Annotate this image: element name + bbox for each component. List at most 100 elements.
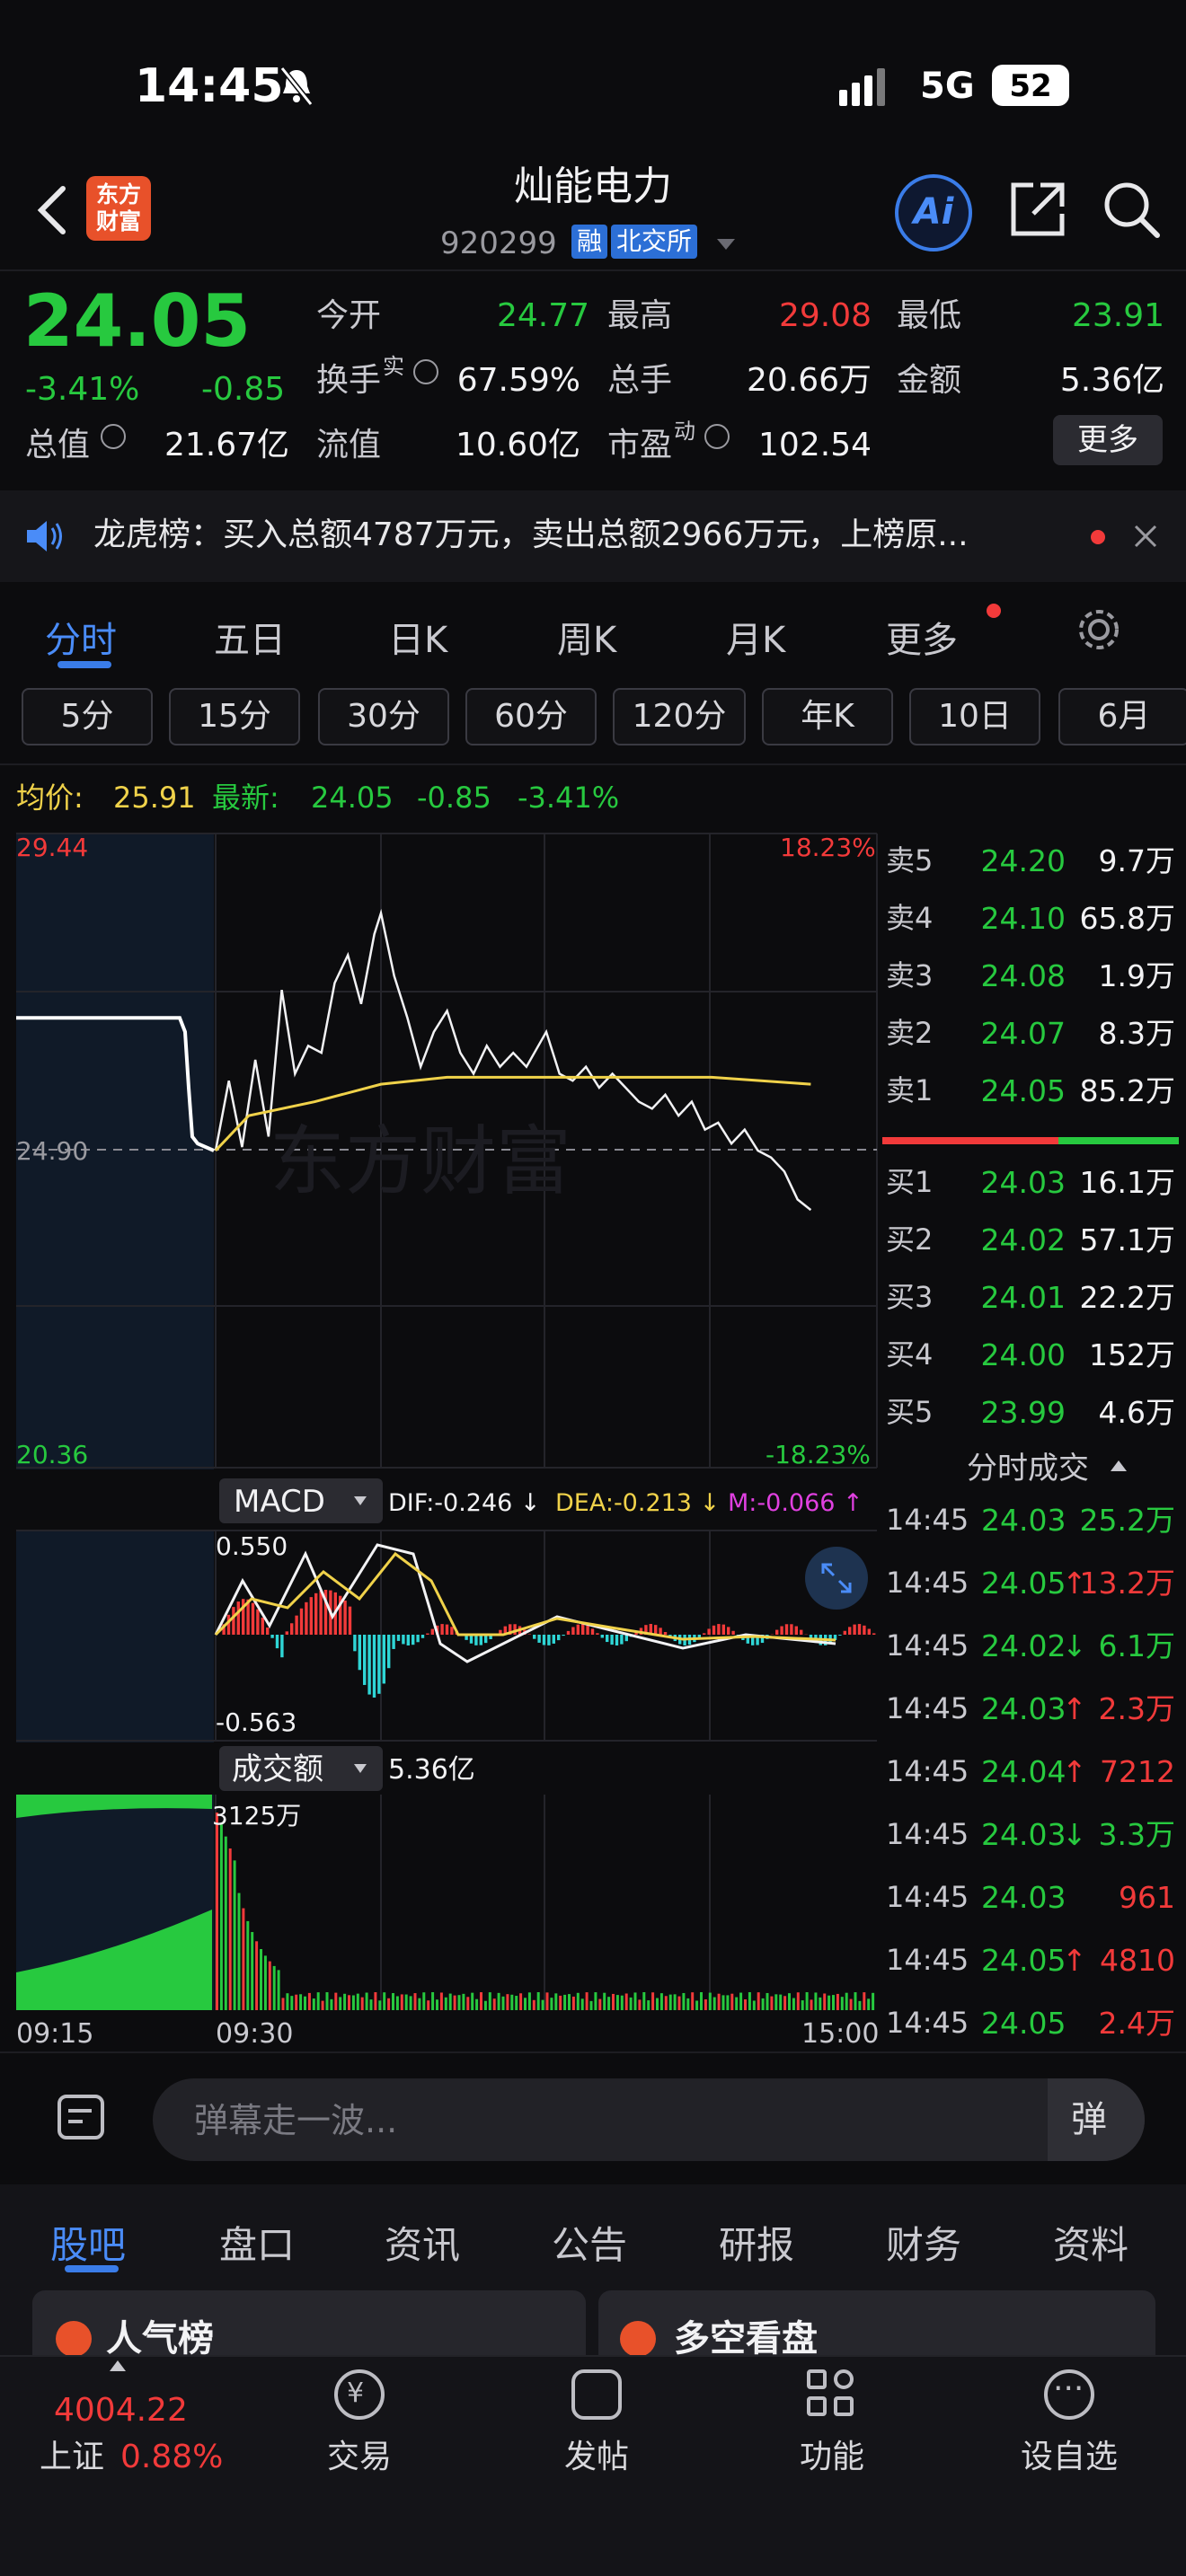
period-30m[interactable]: 30分 xyxy=(318,688,449,745)
volume-bar xyxy=(766,1992,769,2010)
long-short-card[interactable]: 多空看盘 xyxy=(598,2290,1155,2362)
ticks-title[interactable]: 分时成交 xyxy=(967,1453,1089,1484)
search-icon[interactable] xyxy=(1102,180,1161,239)
tab-guba[interactable]: 股吧 xyxy=(50,2215,126,2270)
amount-value: 5.36亿 xyxy=(1059,362,1164,399)
volume-bar xyxy=(659,1993,663,2010)
period-5m[interactable]: 5分 xyxy=(22,688,153,745)
order-level-label: 卖4 xyxy=(886,901,934,935)
notice-bar[interactable]: 龙虎榜：买入总额4787万元，卖出总额2966万元，上榜原... xyxy=(0,490,1186,582)
nav-functions[interactable]: 功能 xyxy=(800,2441,864,2474)
index-value[interactable]: 4004.22 xyxy=(54,2395,188,2427)
tab-daily-k[interactable]: 日K xyxy=(388,611,447,663)
popularity-card[interactable]: 人气榜 xyxy=(32,2290,586,2362)
period-6m[interactable]: 6月 xyxy=(1058,688,1186,745)
tab-pankou[interactable]: 盘口 xyxy=(219,2215,295,2270)
tab-finance[interactable]: 财务 xyxy=(886,2215,961,2270)
comment-list-icon[interactable] xyxy=(56,2093,108,2145)
macd-bar xyxy=(251,1602,255,1635)
volume-chart[interactable] xyxy=(0,1793,881,2012)
volume-bar xyxy=(457,1995,461,2010)
chevron-up-icon[interactable] xyxy=(110,2360,126,2371)
volume-bar xyxy=(290,1996,294,2010)
period-10d[interactable]: 10日 xyxy=(909,688,1040,745)
tick-volume: 6.1万 xyxy=(1098,1628,1175,1663)
volume-bar xyxy=(216,1813,218,2010)
nav-trade[interactable]: 交易 xyxy=(327,2441,392,2474)
macd-dea: DEA:-0.213 ↓ xyxy=(555,1489,721,1517)
macd-chart[interactable] xyxy=(0,1527,881,1742)
index-change[interactable]: 0.88% xyxy=(120,2441,223,2474)
volume-bar xyxy=(695,2000,699,2010)
macd-bar xyxy=(537,1635,541,1643)
order-volume: 8.3万 xyxy=(1098,1016,1175,1051)
macd-bar xyxy=(440,1624,444,1635)
post-icon[interactable] xyxy=(571,2369,622,2420)
nav-post[interactable]: 发帖 xyxy=(564,2441,629,2474)
chevron-up-icon[interactable] xyxy=(1111,1460,1127,1471)
order-price: 23.99 xyxy=(980,1395,1066,1430)
volume-bar xyxy=(506,1994,509,2010)
period-15m[interactable]: 15分 xyxy=(169,688,300,745)
tab-monthly-k[interactable]: 月K xyxy=(726,611,785,663)
volume-bar xyxy=(550,1998,553,2010)
macd-bar xyxy=(275,1635,279,1649)
volume-selector[interactable]: 成交额 xyxy=(219,1746,383,1791)
tab-5day[interactable]: 五日 xyxy=(214,611,286,663)
tab-news[interactable]: 资讯 xyxy=(385,2215,460,2270)
volume-bar xyxy=(348,1995,350,2010)
tick-volume: 25.2万 xyxy=(1079,1503,1175,1538)
tick-volume: 2.4万 xyxy=(1098,2006,1175,2041)
price-axis-low: 20.36 xyxy=(16,1440,89,1469)
pe-sup: 动 xyxy=(674,419,695,444)
volume-bar xyxy=(708,1992,712,2010)
network-type: 5G xyxy=(920,66,975,107)
order-level-label: 卖1 xyxy=(886,1073,934,1107)
close-icon[interactable] xyxy=(1134,525,1157,548)
dropdown-icon[interactable] xyxy=(717,239,735,250)
info-icon[interactable] xyxy=(101,424,126,449)
period-120m[interactable]: 120分 xyxy=(613,688,746,745)
tick-time: 14:45 xyxy=(886,1503,969,1537)
macd-bar xyxy=(392,1635,395,1649)
index-name[interactable]: 上证 xyxy=(40,2441,104,2474)
tab-research[interactable]: 研报 xyxy=(719,2215,794,2270)
indicator-selector[interactable]: MACD xyxy=(219,1478,383,1523)
tab-profile[interactable]: 资料 xyxy=(1053,2215,1128,2270)
volume-bar xyxy=(436,1999,438,2010)
nav-add-watchlist[interactable]: 设自选 xyxy=(1021,2441,1118,2474)
period-yearly-k[interactable]: 年K xyxy=(762,688,893,745)
tab-intraday[interactable]: 分时 xyxy=(45,611,117,663)
volume-bar xyxy=(255,1941,259,2010)
functions-icon[interactable] xyxy=(807,2369,857,2420)
macd-bar xyxy=(620,1635,624,1645)
comment-input[interactable]: 弹幕走一波... 弹 xyxy=(153,2078,1145,2161)
settings-gear-icon[interactable] xyxy=(1075,605,1123,654)
expand-button[interactable] xyxy=(805,1547,868,1610)
more-button[interactable]: 更多 xyxy=(1053,415,1163,465)
turnover-label: 换手 xyxy=(316,362,382,399)
expand-icon xyxy=(821,1563,852,1593)
order-level-label: 买4 xyxy=(886,1337,934,1372)
tab-announcements[interactable]: 公告 xyxy=(552,2215,627,2270)
order-level-label: 买5 xyxy=(886,1395,934,1429)
vs-icon xyxy=(620,2321,656,2357)
volume-bar xyxy=(501,1996,505,2010)
info-icon[interactable] xyxy=(413,359,438,384)
tab-weekly-k[interactable]: 周K xyxy=(557,611,616,663)
macd-bar xyxy=(717,1624,721,1635)
share-icon[interactable] xyxy=(1008,180,1067,239)
danmu-toggle[interactable]: 弹 xyxy=(1048,2078,1145,2161)
card-title: 多空看盘 xyxy=(674,2318,818,2360)
avg-label: 均价: xyxy=(16,781,84,815)
info-icon[interactable] xyxy=(704,424,730,449)
notice-text[interactable]: 龙虎榜：买入总额4787万元，卖出总额2966万元，上榜原... xyxy=(93,519,969,551)
rank-icon xyxy=(56,2321,92,2357)
tab-more[interactable]: 更多 xyxy=(886,611,958,663)
ai-button[interactable]: Ai xyxy=(895,174,972,251)
period-60m[interactable]: 60分 xyxy=(465,688,597,745)
volume-bar xyxy=(483,2000,487,2010)
intraday-chart[interactable]: 东方财富 xyxy=(0,828,881,1471)
volume-bar xyxy=(828,1995,831,2010)
volume-bar xyxy=(554,1993,558,2010)
